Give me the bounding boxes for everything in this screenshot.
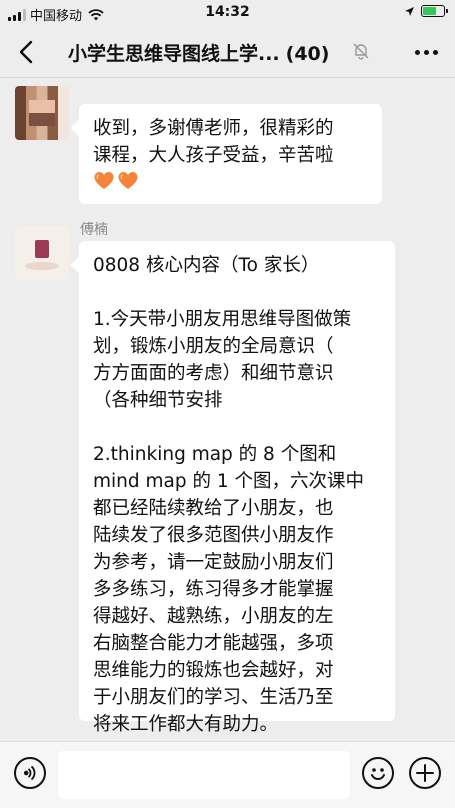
back-icon — [19, 40, 33, 64]
status-right — [404, 5, 448, 17]
message-line: 课程，大人孩子受益，辛苦啦 — [93, 145, 334, 166]
message-line: 将来工作都大有助力。 — [93, 714, 279, 735]
message-line: 划，锻炼小朋友的全局意识（ — [93, 336, 334, 357]
sender-name: 傅楠 — [80, 222, 108, 238]
add-button[interactable] — [409, 757, 441, 789]
voice-icon — [23, 765, 36, 781]
back-button[interactable] — [12, 38, 40, 66]
message-bubble[interactable]: 0808 核心内容（To 家长） 1.今天带小朋友用思维导图做策 划，锻炼小朋友… — [79, 241, 395, 735]
input-bar — [0, 741, 455, 808]
message-line: 1.今天带小朋友用思维导图做策 — [93, 309, 352, 330]
message-line: 右脑整合能力才能越强，多项 — [93, 633, 334, 654]
emoji-row — [93, 170, 368, 192]
message-line: 于小朋友们的学习、生活乃至 — [93, 687, 334, 708]
message-input[interactable] — [58, 751, 350, 799]
message-line: 为参考，请一定鼓励小朋友们 — [93, 552, 334, 573]
message-line: 思维能力的锻炼也会越好，对 — [93, 660, 334, 681]
message-line: 收到，多谢傅老师，很精彩的 — [93, 118, 334, 139]
group-name: 小学生思维导图线上学... — [68, 43, 280, 65]
chat-screen: 中国移动 14:32 小学生思维导图线上学... (40) 收到，多谢傅老师，很… — [0, 0, 455, 808]
emoji-icon — [371, 768, 385, 780]
message-list[interactable]: 收到，多谢傅老师，很精彩的 课程，大人孩子受益，辛苦啦 傅楠 0808 核心内容… — [0, 78, 455, 741]
message-line: 0808 核心内容（To 家长） — [93, 255, 320, 276]
battery-icon — [421, 5, 448, 17]
message-line: mind map 的 1 个图，六次课中 — [93, 471, 365, 492]
mute-icon — [353, 43, 369, 60]
orange-heart-icon — [118, 172, 138, 189]
chat-header: 小学生思维导图线上学... (40) — [0, 26, 455, 78]
plus-icon — [416, 764, 434, 782]
more-button[interactable] — [411, 39, 441, 65]
status-bar: 中国移动 14:32 — [0, 0, 455, 26]
message-line: 得越好、越熟练，小朋友的左 — [93, 606, 334, 627]
orange-heart-icon — [94, 172, 114, 189]
message-line: 陆续发了很多范图供小朋友作 — [93, 525, 334, 546]
member-count: (40) — [285, 43, 330, 65]
message-line: 方方面面的考虑）和细节意识 — [93, 363, 334, 384]
location-icon — [405, 6, 414, 16]
voice-button[interactable] — [14, 757, 46, 789]
status-time: 14:32 — [205, 4, 250, 20]
message-bubble[interactable]: 收到，多谢傅老师，很精彩的 课程，大人孩子受益，辛苦啦 — [79, 104, 382, 204]
message-line: 多多练习，练习得多才能掌握 — [93, 579, 334, 600]
emoji-button[interactable] — [362, 757, 394, 789]
message-line: （各种细节安排 — [93, 390, 223, 411]
avatar[interactable] — [15, 86, 69, 140]
message-line: 都已经陆续教给了小朋友，也 — [93, 498, 334, 519]
message-line: 2.thinking map 的 8 个图和 — [93, 444, 337, 465]
avatar[interactable] — [15, 226, 69, 280]
more-icon — [414, 49, 420, 55]
chat-title[interactable]: 小学生思维导图线上学... (40) — [68, 39, 329, 66]
